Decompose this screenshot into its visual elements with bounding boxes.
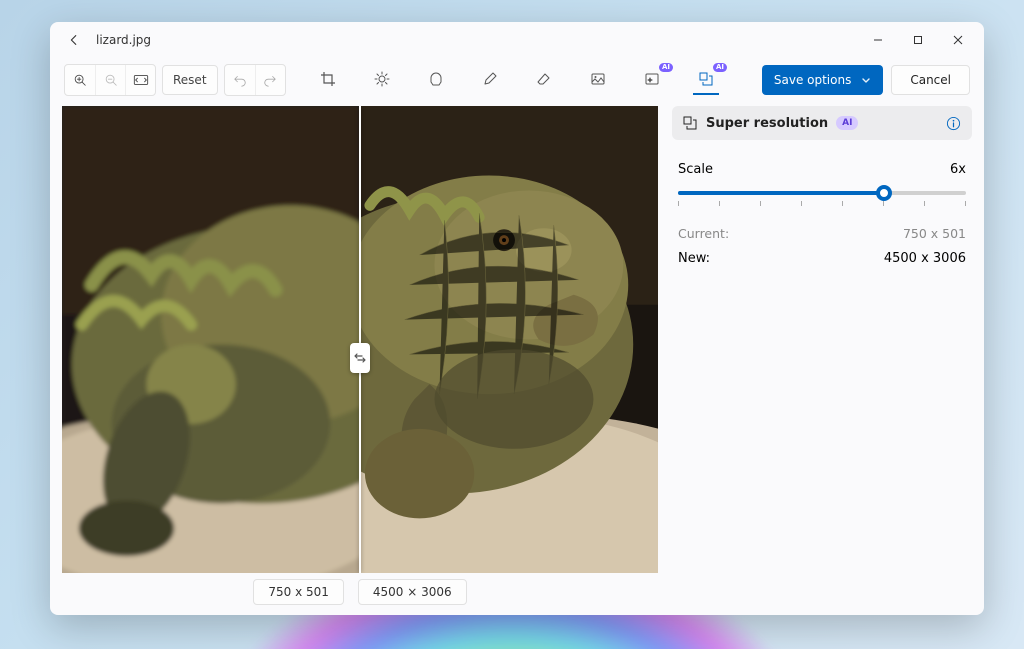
titlebar: lizard.jpg — [50, 22, 984, 58]
scale-value: 6x — [950, 162, 966, 177]
reset-label: Reset — [173, 73, 207, 87]
chevron-down-icon — [861, 75, 871, 85]
panel-body: Scale 6x Current: 750 x 501 — [672, 140, 972, 266]
image-before — [62, 106, 360, 573]
maximize-icon — [913, 35, 923, 45]
background-tool[interactable] — [585, 65, 611, 95]
new-row: New: 4500 x 3006 — [678, 251, 966, 266]
swap-icon — [354, 351, 366, 365]
redo-icon — [263, 73, 277, 87]
minimize-button[interactable] — [858, 24, 898, 56]
image-after — [360, 106, 658, 573]
scale-slider[interactable] — [678, 191, 966, 206]
new-value: 4500 x 3006 — [884, 251, 966, 266]
action-buttons: Save options Cancel — [762, 65, 970, 95]
comparison-handle[interactable] — [350, 343, 370, 373]
pen-icon — [482, 71, 498, 87]
eraser-icon — [536, 71, 552, 87]
edit-tools: AI AI — [315, 65, 719, 95]
background-icon — [590, 71, 606, 87]
content-area: 750 x 501 4500 × 3006 Super resolution A… — [50, 102, 984, 615]
minimize-icon — [873, 35, 883, 45]
zoom-group — [64, 64, 156, 96]
slider-fill — [678, 191, 884, 195]
fit-icon — [133, 73, 149, 87]
canvas-area: 750 x 501 4500 × 3006 — [62, 106, 658, 605]
crop-tool[interactable] — [315, 65, 341, 95]
redo-button[interactable] — [255, 65, 285, 95]
back-button[interactable] — [60, 26, 88, 54]
ai-badge: AI — [659, 63, 673, 72]
image-comparison-view[interactable] — [62, 106, 658, 573]
brightness-icon — [374, 71, 390, 87]
sparkle-image-icon — [644, 71, 660, 87]
side-panel: Super resolution AI Scale 6x — [672, 106, 972, 605]
undo-redo-group — [224, 64, 286, 96]
after-dimensions: 4500 × 3006 — [358, 579, 467, 605]
scale-label: Scale — [678, 162, 713, 177]
current-label: Current: — [678, 226, 729, 241]
dimension-labels: 750 x 501 4500 × 3006 — [62, 579, 658, 605]
current-value: 750 x 501 — [903, 226, 966, 241]
info-icon — [946, 116, 961, 131]
slider-track — [678, 191, 966, 195]
save-options-button[interactable]: Save options — [762, 65, 883, 95]
close-button[interactable] — [938, 24, 978, 56]
window-title: lizard.jpg — [96, 33, 151, 47]
new-label: New: — [678, 251, 710, 266]
lizard-before-render — [62, 106, 360, 573]
before-dimensions: 750 x 501 — [253, 579, 344, 605]
slider-thumb[interactable] — [876, 185, 892, 201]
upscale-icon — [698, 71, 714, 87]
adjust-tool[interactable] — [369, 65, 395, 95]
maximize-button[interactable] — [898, 24, 938, 56]
generative-erase-tool[interactable]: AI — [639, 65, 665, 95]
toolbar: Reset — [50, 58, 984, 102]
scale-row: Scale 6x — [678, 162, 966, 177]
slider-ticks — [678, 201, 966, 206]
arrow-left-icon — [67, 33, 81, 47]
ai-pill: AI — [836, 116, 858, 130]
erase-tool[interactable] — [531, 65, 557, 95]
reset-button[interactable]: Reset — [162, 65, 218, 95]
upscale-icon — [682, 115, 698, 131]
undo-button[interactable] — [225, 65, 255, 95]
comparison-divider[interactable] — [359, 106, 361, 573]
filter-icon — [428, 71, 444, 87]
lizard-after-render — [360, 106, 658, 573]
close-icon — [953, 35, 963, 45]
panel-header: Super resolution AI — [672, 106, 972, 140]
cancel-button[interactable]: Cancel — [891, 65, 970, 95]
cancel-label: Cancel — [910, 73, 951, 87]
save-options-label: Save options — [774, 73, 851, 87]
ai-badge: AI — [713, 63, 727, 72]
app-window: lizard.jpg Reset — [50, 22, 984, 615]
info-button[interactable] — [944, 114, 962, 132]
filter-tool[interactable] — [423, 65, 449, 95]
super-resolution-tool[interactable]: AI — [693, 65, 719, 95]
zoom-out-button[interactable] — [95, 65, 125, 95]
zoom-in-icon — [73, 73, 87, 87]
markup-tool[interactable] — [477, 65, 503, 95]
undo-icon — [233, 73, 247, 87]
current-row: Current: 750 x 501 — [678, 226, 966, 241]
fit-button[interactable] — [125, 65, 155, 95]
crop-icon — [320, 71, 336, 87]
panel-title: Super resolution — [706, 116, 828, 131]
zoom-in-button[interactable] — [65, 65, 95, 95]
window-controls — [858, 24, 978, 56]
zoom-out-icon — [104, 73, 118, 87]
